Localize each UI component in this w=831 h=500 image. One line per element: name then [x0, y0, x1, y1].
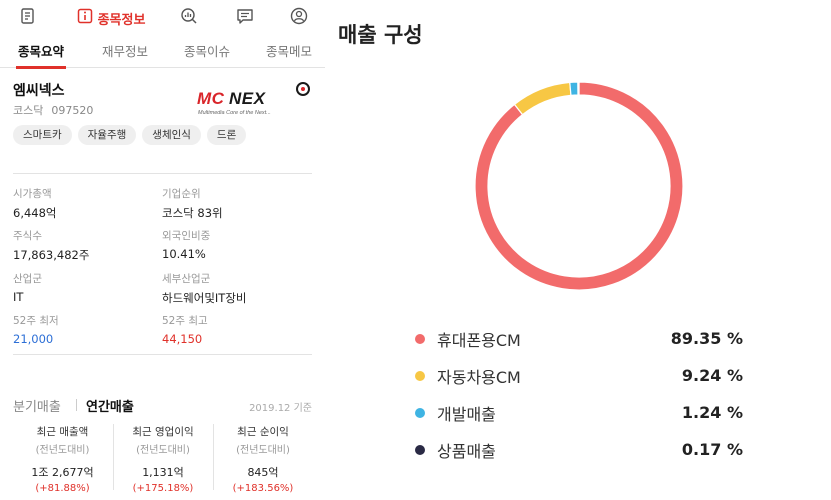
legend-item: 자동차용CM 9.24 % [415, 357, 743, 394]
tag-item[interactable]: 생체인식 [142, 125, 201, 145]
donut-slice-2[interactable] [569, 81, 579, 97]
legend-dot [415, 370, 425, 381]
legend-label: 상품매출 [437, 441, 496, 461]
legend-label: 개발매출 [437, 404, 496, 424]
info-rank: 기업순위 코스닥 83위 [162, 188, 223, 220]
top-nav: 종목정보 [0, 0, 325, 34]
info-market-cap: 시가총액 6,448억 [13, 188, 57, 220]
theme-tags: 스마트카 자율주행 생체인식 드론 [13, 125, 247, 145]
revenue-composition-panel: 매출 구성 휴대폰용CM 89.35 % 자동차용CM 9.24 % 개발매출 … [325, 0, 831, 500]
donut-slice-0[interactable] [474, 81, 684, 291]
stock-name: 엠씨넥스 [13, 83, 65, 99]
legend-label: 휴대폰용CM [437, 330, 521, 350]
svg-text:NEX: NEX [229, 89, 267, 108]
info-52w-low: 52주 최저 21,000 [13, 315, 59, 346]
message-icon [236, 7, 254, 29]
divider [13, 354, 312, 355]
tab-financials[interactable]: 재무정보 [96, 36, 154, 68]
info-52w-high: 52주 최고 44,150 [162, 315, 208, 346]
metric-operating-profit: 최근 영업이익 (전년도대비) 1,131억 (+175.18%) [113, 424, 212, 494]
metric-net-income: 최근 순이익 (전년도대비) 845억 (+183.56%) [213, 424, 312, 494]
user-icon [290, 7, 308, 29]
legend-value: 9.24 % [681, 366, 743, 385]
sales-header: 분기매출 연간매출 2019.12 기준 [13, 396, 312, 415]
legend-dot [415, 444, 425, 455]
info-foreign-ratio: 외국인비중 10.41% [162, 230, 211, 261]
tab-memo[interactable]: 종목메모 [260, 36, 318, 68]
tab-issues[interactable]: 종목이슈 [178, 36, 236, 68]
donut-slice-3[interactable] [577, 81, 580, 96]
nav-stock-info[interactable]: 종목정보 [74, 8, 148, 28]
tab-summary[interactable]: 종목요약 [12, 36, 70, 69]
tab-quarterly-sales[interactable]: 분기매출 [13, 396, 61, 415]
stock-code: 097520 [51, 104, 94, 117]
donut-slice-1[interactable] [513, 81, 572, 116]
legend-value: 1.24 % [681, 403, 743, 422]
svg-text:MC: MC [197, 89, 225, 108]
info-shares: 주식수 17,863,482주 [13, 230, 90, 262]
nav-news[interactable] [18, 8, 38, 28]
divider [13, 173, 312, 174]
svg-text:Multimedia Core of the Next...: Multimedia Core of the Next... [198, 110, 271, 116]
nav-profile[interactable] [288, 7, 310, 29]
sales-date: 2019.12 기준 [249, 403, 312, 414]
nav-analysis[interactable] [178, 8, 200, 28]
revenue-donut-chart [474, 81, 684, 291]
legend-item: 개발매출 1.24 % [415, 394, 743, 431]
tag-item[interactable]: 드론 [206, 125, 247, 145]
metric-revenue: 최근 매출액 (전년도대비) 1조 2,677억 (+81.88%) [31, 426, 94, 494]
legend-item: 휴대폰용CM 89.35 % [415, 320, 743, 357]
legend-dot [415, 333, 425, 344]
revenue-title: 매출 구성 [338, 23, 423, 47]
revenue-legend: 휴대폰용CM 89.35 % 자동차용CM 9.24 % 개발매출 1.24 %… [415, 320, 743, 468]
document-icon [19, 7, 37, 29]
info-industry: 산업군 IT [13, 273, 42, 304]
stock-market: 코스닥 [13, 104, 44, 117]
stock-info-panel: 종목정보 종목요약 재무정보 종목이슈 종목메모 엠씨넥스 코스닥 097520 … [0, 0, 325, 500]
divider [76, 399, 77, 411]
info-icon [77, 8, 93, 28]
legend-dot [415, 407, 425, 418]
tag-item[interactable]: 자율주행 [77, 125, 137, 145]
info-sub-industry: 세부산업군 하드웨어및IT장비 [162, 273, 247, 305]
legend-item: 상품매출 0.17 % [415, 431, 743, 468]
tag-item[interactable]: 스마트카 [13, 125, 72, 145]
nav-stock-info-label: 종목정보 [97, 12, 146, 28]
legend-label: 자동차용CM [437, 367, 521, 387]
chart-search-icon [180, 7, 198, 29]
company-logo: MC NEX Multimedia Core of the Next... [196, 80, 312, 118]
stock-meta: 코스닥 097520 [13, 102, 93, 118]
sales-metrics: 최근 매출액 (전년도대비) 1조 2,677억 (+81.88%) 최근 영업… [13, 424, 312, 494]
sub-tabs: 종목요약 재무정보 종목이슈 종목메모 [0, 36, 325, 69]
tab-annual-sales[interactable]: 연간매출 [86, 396, 134, 415]
legend-value: 89.35 % [670, 329, 743, 348]
nav-messages[interactable] [234, 8, 256, 28]
legend-value: 0.17 % [681, 440, 743, 459]
